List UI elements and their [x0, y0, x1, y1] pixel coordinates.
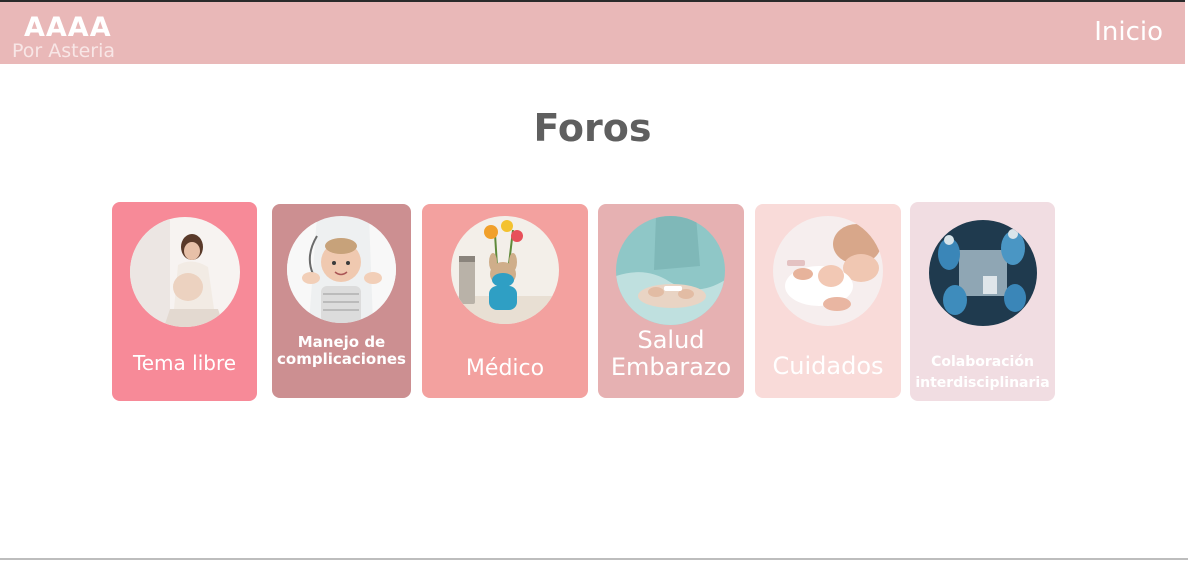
- label-line: complicaciones: [277, 350, 406, 369]
- newborn-care-photo-icon: [773, 216, 883, 326]
- window-bottom-border: [0, 558, 1188, 560]
- label-line: Salud: [637, 326, 705, 354]
- pregnant-woman-photo-icon: [130, 217, 240, 327]
- brand-subtitle: Por Asteria: [12, 40, 116, 62]
- forum-card-manejo-complicaciones[interactable]: Manejo de complicaciones: [272, 204, 411, 398]
- forum-card-medico[interactable]: Médico: [422, 204, 588, 398]
- forum-card-label: Cuidados: [772, 352, 884, 380]
- label-line: Colaboración: [931, 354, 1034, 370]
- label-line: Embarazo: [610, 352, 732, 381]
- pregnancy-test-photo-icon: [616, 216, 725, 325]
- baby-doctor-photo-icon: [287, 216, 396, 323]
- page-title: Foros: [533, 106, 652, 150]
- forum-card-label: Tema libre: [132, 351, 237, 375]
- forum-card-label: Salud Embarazo: [598, 327, 744, 381]
- label-line: Manejo de: [297, 333, 386, 351]
- forum-card-tema-libre[interactable]: Tema libre: [112, 202, 257, 401]
- brand-logo-text[interactable]: AAAA: [24, 12, 112, 43]
- plush-toy-flowers-photo-icon: [451, 216, 559, 324]
- forum-card-label: Médico: [465, 356, 545, 381]
- forum-card-label: Manejo de complicaciones: [272, 333, 411, 369]
- forum-card-cuidados[interactable]: Cuidados: [755, 204, 901, 398]
- label-line: interdisciplinaria: [915, 375, 1050, 391]
- forum-card-salud-embarazo[interactable]: Salud Embarazo: [598, 204, 744, 398]
- medical-team-photo-icon: [929, 220, 1037, 326]
- nav-link-inicio[interactable]: Inicio: [1094, 17, 1163, 47]
- top-header-bar: AAAA Por Asteria Inicio: [0, 2, 1185, 64]
- forum-card-label: Colaboración interdisciplinaria: [910, 352, 1055, 394]
- forum-card-colaboracion-interdisciplinaria[interactable]: Colaboración interdisciplinaria: [910, 202, 1055, 401]
